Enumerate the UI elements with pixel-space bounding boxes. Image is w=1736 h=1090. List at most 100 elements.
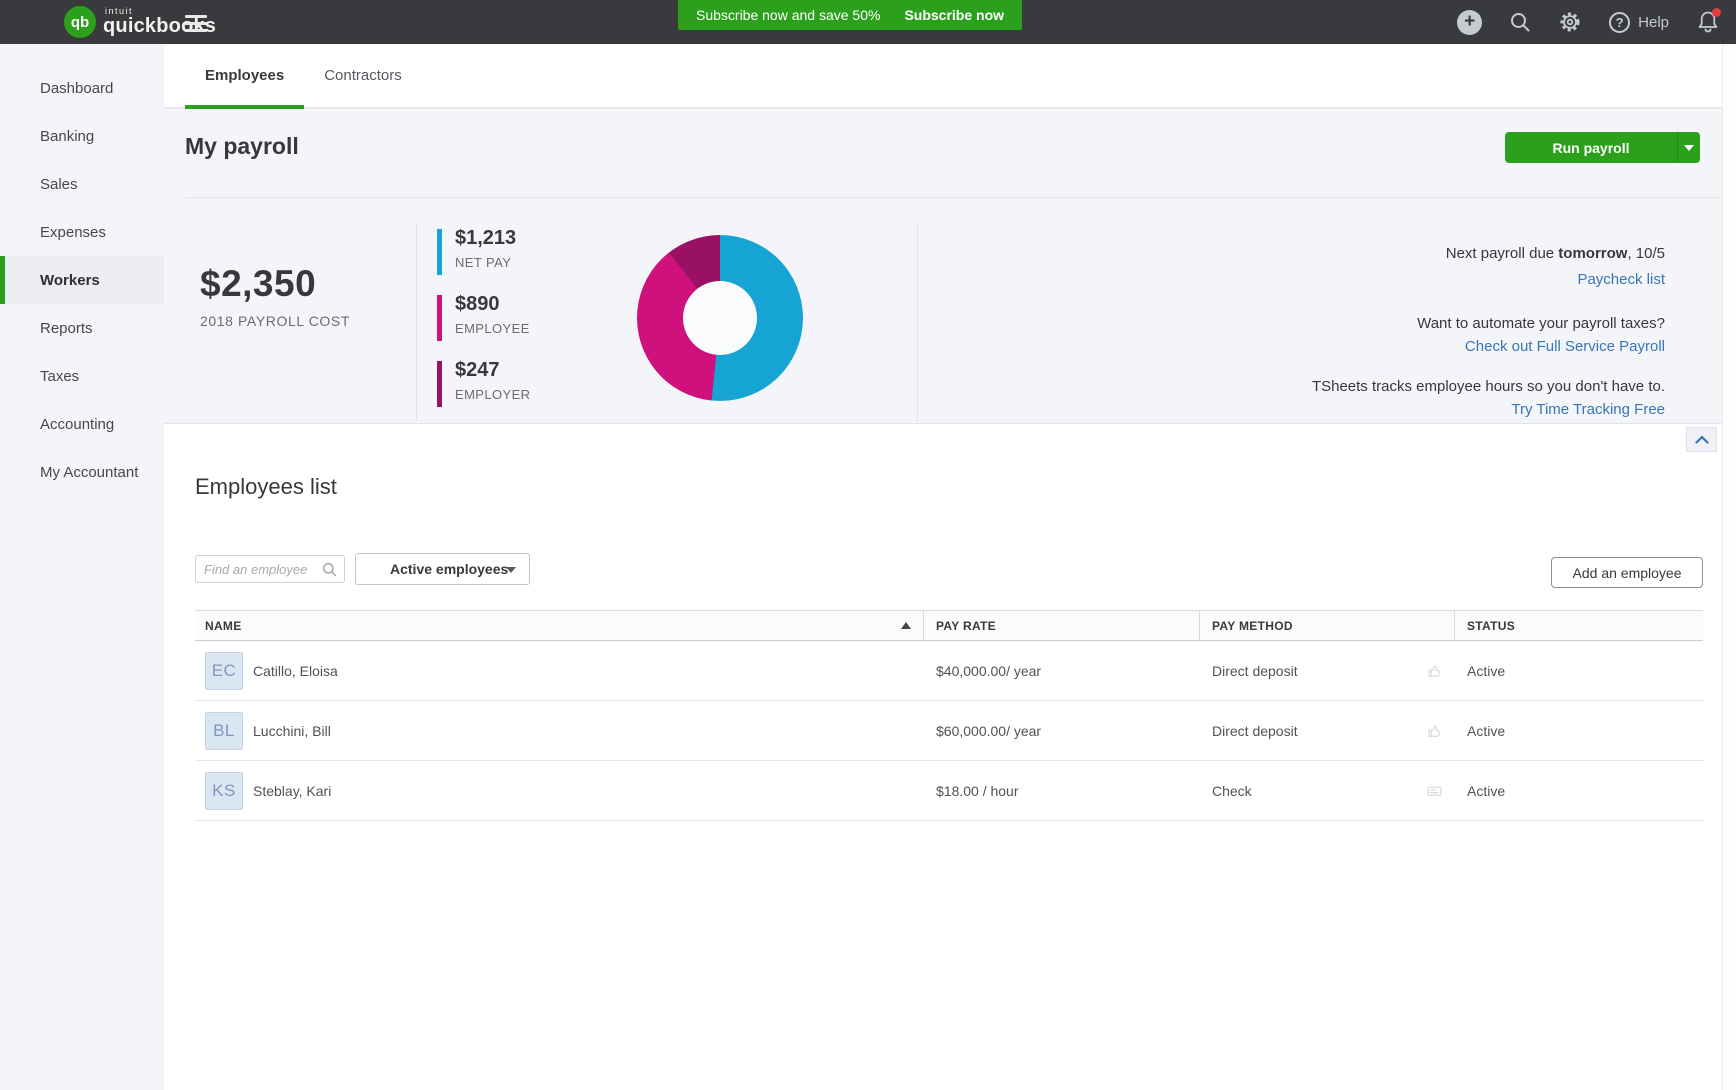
direct-deposit-icon bbox=[1426, 662, 1443, 679]
net-pay-value: $1,213 bbox=[455, 227, 516, 250]
hamburger-menu-icon[interactable] bbox=[185, 15, 207, 36]
vertical-divider bbox=[416, 223, 417, 421]
employer-color-bar bbox=[437, 361, 442, 407]
employer-label: EMPLOYER bbox=[455, 387, 530, 402]
column-header-status[interactable]: STATUS bbox=[1455, 611, 1703, 640]
employee-name[interactable]: Catillo, Eloisa bbox=[253, 663, 338, 679]
column-header-pay-rate[interactable]: PAY RATE bbox=[924, 611, 1200, 640]
sort-ascending-icon bbox=[901, 622, 911, 629]
collapse-summary-button[interactable] bbox=[1686, 427, 1717, 452]
sidebar-item-accounting[interactable]: Accounting bbox=[0, 400, 164, 448]
payroll-donut-chart bbox=[637, 235, 803, 401]
run-payroll-dropdown[interactable] bbox=[1677, 132, 1700, 163]
search-icon[interactable] bbox=[1509, 11, 1531, 33]
pay-method-cell: Direct deposit bbox=[1200, 663, 1455, 679]
vertical-divider bbox=[917, 223, 918, 421]
create-plus-icon[interactable]: + bbox=[1457, 10, 1482, 35]
chevron-down-icon bbox=[1684, 145, 1694, 151]
notifications-button[interactable] bbox=[1696, 9, 1720, 35]
payroll-notes: Next payroll due tomorrow, 10/5 Paycheck… bbox=[1312, 242, 1665, 421]
net-pay-label: NET PAY bbox=[455, 255, 516, 270]
chevron-up-icon bbox=[1695, 435, 1709, 444]
table-row[interactable]: EC Catillo, Eloisa $40,000.00/ year Dire… bbox=[195, 641, 1703, 701]
subscribe-now-button[interactable]: Subscribe now bbox=[904, 7, 1004, 23]
page-title: My payroll bbox=[185, 133, 299, 160]
status-cell: Active bbox=[1455, 723, 1703, 739]
top-navigation-bar: qb intuit quickbooks Subscribe now and s… bbox=[0, 0, 1736, 44]
pay-rate-cell: $40,000.00/ year bbox=[924, 663, 1200, 679]
main-content: Employees Contractors My payroll Run pay… bbox=[164, 44, 1736, 1090]
help-label: Help bbox=[1638, 14, 1669, 31]
tab-employees[interactable]: Employees bbox=[185, 44, 304, 107]
employee-value: $890 bbox=[455, 293, 530, 316]
sidebar-item-dashboard[interactable]: Dashboard bbox=[0, 64, 164, 112]
search-input[interactable] bbox=[204, 556, 319, 582]
stat-employee: $890 EMPLOYEE bbox=[437, 293, 530, 345]
time-tracking-link[interactable]: Try Time Tracking Free bbox=[1511, 398, 1665, 421]
status-cell: Active bbox=[1455, 783, 1703, 799]
add-employee-button[interactable]: Add an employee bbox=[1551, 557, 1703, 588]
avatar: KS bbox=[205, 772, 243, 810]
table-row[interactable]: KS Steblay, Kari $18.00 / hour Check Act… bbox=[195, 761, 1703, 821]
sidebar-item-reports[interactable]: Reports bbox=[0, 304, 164, 352]
status-cell: Active bbox=[1455, 663, 1703, 679]
employee-status-filter[interactable]: Active employees bbox=[355, 553, 530, 585]
employees-list-heading: Employees list bbox=[195, 474, 337, 500]
payroll-total-caption: 2018 PAYROLL COST bbox=[200, 313, 350, 329]
vertical-scrollbar[interactable] bbox=[1722, 44, 1736, 1090]
subscribe-banner: Subscribe now and save 50% Subscribe now bbox=[678, 0, 1022, 30]
full-service-payroll-link[interactable]: Check out Full Service Payroll bbox=[1465, 335, 1665, 358]
paycheck-list-link[interactable]: Paycheck list bbox=[1577, 268, 1665, 291]
tsheets-text: TSheets tracks employee hours so you don… bbox=[1312, 375, 1665, 398]
automate-taxes-text: Want to automate your payroll taxes? bbox=[1312, 312, 1665, 335]
run-payroll-label: Run payroll bbox=[1505, 132, 1677, 163]
notification-badge bbox=[1712, 8, 1721, 17]
filter-value: Active employees bbox=[390, 561, 508, 577]
employee-label: EMPLOYEE bbox=[455, 321, 530, 336]
stat-net-pay: $1,213 NET PAY bbox=[437, 227, 530, 279]
employer-value: $247 bbox=[455, 359, 530, 382]
employees-list-panel: Employees list Active employees Add an e… bbox=[164, 424, 1736, 1090]
column-header-pay-method[interactable]: PAY METHOD bbox=[1200, 611, 1455, 640]
payroll-total: $2,350 2018 PAYROLL COST bbox=[200, 263, 350, 329]
check-icon bbox=[1426, 782, 1443, 799]
employee-name[interactable]: Lucchini, Bill bbox=[253, 723, 331, 739]
table-header-row: NAME PAY RATE PAY METHOD STATUS bbox=[195, 610, 1703, 641]
sidebar-item-workers[interactable]: Workers bbox=[0, 256, 164, 304]
run-payroll-button[interactable]: Run payroll bbox=[1505, 132, 1700, 163]
employee-search bbox=[195, 555, 345, 583]
next-payroll-due-text: Next payroll due tomorrow, 10/5 bbox=[1312, 242, 1665, 265]
column-header-name[interactable]: NAME bbox=[195, 611, 924, 640]
avatar: EC bbox=[205, 652, 243, 690]
tab-contractors[interactable]: Contractors bbox=[304, 44, 422, 107]
net-pay-color-bar bbox=[437, 229, 442, 275]
sidebar-item-expenses[interactable]: Expenses bbox=[0, 208, 164, 256]
qb-logo-icon: qb bbox=[64, 6, 96, 38]
help-icon: ? bbox=[1609, 12, 1630, 33]
topbar-actions: + ? Help bbox=[1457, 0, 1720, 44]
stat-employer: $247 EMPLOYER bbox=[437, 359, 530, 411]
divider bbox=[185, 197, 1722, 198]
gear-icon[interactable] bbox=[1558, 10, 1582, 34]
employee-name[interactable]: Steblay, Kari bbox=[253, 783, 331, 799]
employees-table: NAME PAY RATE PAY METHOD STATUS EC Catil… bbox=[195, 610, 1703, 821]
payroll-summary-panel: My payroll Run payroll $2,350 2018 PAYRO… bbox=[164, 109, 1736, 424]
avatar: BL bbox=[205, 712, 243, 750]
chevron-down-icon bbox=[506, 567, 516, 573]
payroll-stats-legend: $1,213 NET PAY $890 EMPLOYEE $247 EMPL bbox=[437, 227, 530, 425]
quickbooks-payroll-page: qb intuit quickbooks Subscribe now and s… bbox=[0, 0, 1736, 1090]
pay-rate-cell: $60,000.00/ year bbox=[924, 723, 1200, 739]
banner-text: Subscribe now and save 50% bbox=[696, 7, 880, 23]
sidebar-item-banking[interactable]: Banking bbox=[0, 112, 164, 160]
help-button[interactable]: ? Help bbox=[1609, 12, 1669, 33]
pay-rate-cell: $18.00 / hour bbox=[924, 783, 1200, 799]
sidebar-navigation: Dashboard Banking Sales Expenses Workers… bbox=[0, 44, 164, 1090]
sidebar-item-sales[interactable]: Sales bbox=[0, 160, 164, 208]
pay-method-cell: Direct deposit bbox=[1200, 723, 1455, 739]
pay-method-cell: Check bbox=[1200, 783, 1455, 799]
sidebar-item-taxes[interactable]: Taxes bbox=[0, 352, 164, 400]
search-icon bbox=[322, 562, 337, 577]
sidebar-item-my-accountant[interactable]: My Accountant bbox=[0, 448, 164, 496]
table-row[interactable]: BL Lucchini, Bill $60,000.00/ year Direc… bbox=[195, 701, 1703, 761]
direct-deposit-icon bbox=[1426, 722, 1443, 739]
